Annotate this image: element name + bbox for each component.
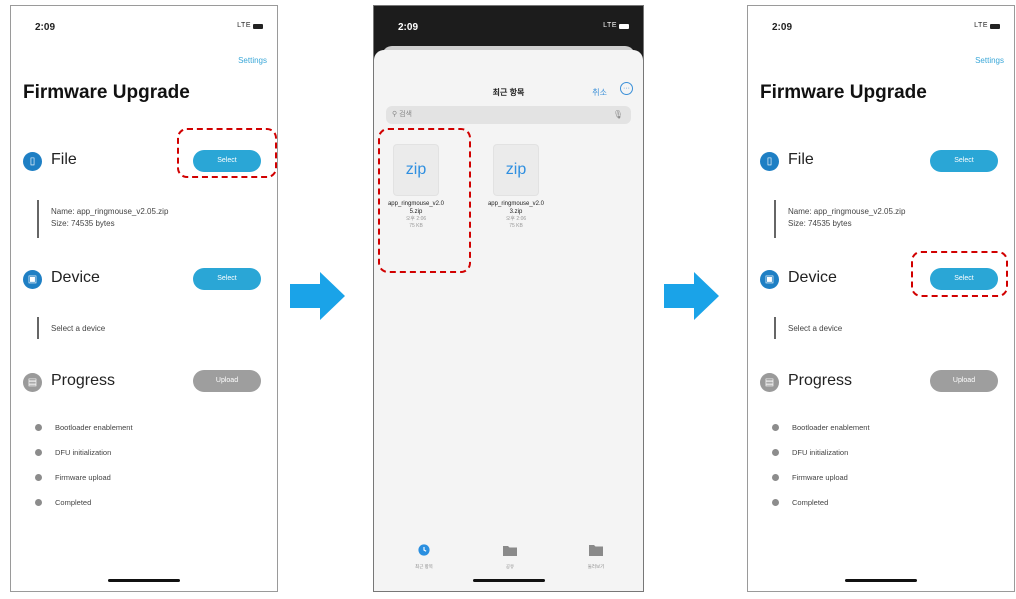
step-firmware-upload: Firmware upload [792,473,848,482]
zip-file-icon: zip [494,145,538,195]
progress-section-label: Progress [51,372,116,389]
device-section-label: Device [51,269,100,286]
home-indicator [845,579,917,582]
arrow-right-icon [290,272,345,320]
signal-label: LTE [974,22,988,29]
file-item-time: 오후 2:06 [505,216,527,222]
device-detail-bar [774,317,776,339]
file-detail-bar [774,200,776,238]
file-icon: ▯ [23,152,42,171]
phone-screen-step2: 2:09 LTE 최근 항목 취소 ··· ⚲ 검색 🎙 zip app_rin… [373,5,644,592]
device-hint-text: Select a device [788,324,843,333]
battery-icon [990,24,1000,29]
settings-link[interactable]: Settings [975,56,1004,65]
file-item-v203[interactable]: zip app_ringmouse_v2.03.zip 오후 2:06 75 K… [487,145,545,230]
battery-icon [619,24,629,29]
progress-icon: ▤ [23,373,42,392]
settings-link[interactable]: Settings [238,56,267,65]
device-icon: ▣ [760,270,779,289]
tab-label: 최근 항목 [415,564,433,569]
signal-label: LTE [603,22,617,29]
status-bar: 2:09 LTE [11,22,277,38]
step-dot [35,474,42,481]
picker-cancel-button[interactable]: 취소 [592,87,607,98]
status-time: 2:09 [772,22,793,33]
file-ext: zip [505,161,527,178]
file-detail-bar [37,200,39,238]
highlight-file-select [177,128,277,178]
file-select-button[interactable]: Select [930,150,998,172]
status-bar: 2:09 LTE [374,22,643,38]
shared-folder-icon [503,546,517,556]
device-icon: ▣ [23,270,42,289]
step-completed: Completed [55,498,92,507]
progress-section-label: Progress [788,372,853,389]
microphone-icon[interactable]: 🎙 [613,106,623,124]
folder-icon [589,545,603,556]
step-dot [772,474,779,481]
step-dot [35,449,42,456]
tab-recents[interactable]: 최근 항목 [404,543,444,570]
home-indicator [472,579,545,582]
file-size-text: Size: 74535 bytes [51,219,115,228]
clock-icon [418,544,430,556]
arrow-right-icon [664,272,719,320]
file-name-text: Name: app_ringmouse_v2.05.zip [788,207,906,216]
search-placeholder: 검색 [399,111,412,118]
tab-label: 둘러보기 [587,564,605,569]
step-dot [772,424,779,431]
phone-screen-step1: 2:09 LTE Settings Firmware Upgrade ▯ Fil… [10,5,278,592]
upload-button[interactable]: Upload [930,370,998,392]
step-dfu-init: DFU initialization [792,448,849,457]
page-title: Firmware Upgrade [23,82,190,103]
file-section-label: File [51,151,77,168]
device-section-label: Device [788,269,837,286]
step-firmware-upload: Firmware upload [55,473,111,482]
battery-icon [253,24,263,29]
tab-shared[interactable]: 공유 [490,543,530,570]
step-completed: Completed [792,498,829,507]
upload-button[interactable]: Upload [193,370,261,392]
status-time: 2:09 [398,22,419,33]
tab-label: 공유 [505,564,515,569]
step-dot [35,499,42,506]
file-section-label: File [788,151,814,168]
more-options-icon[interactable]: ··· [620,82,633,95]
device-detail-bar [37,317,39,339]
device-hint-text: Select a device [51,324,106,333]
file-item-name: app_ringmouse_v2.03.zip [487,201,545,215]
highlight-device-select [911,251,1008,297]
step-bootloader: Bootloader enablement [792,423,870,432]
tab-browse[interactable]: 둘러보기 [576,543,616,570]
device-select-button[interactable]: Select [193,268,261,290]
search-input[interactable]: ⚲ 검색 🎙 [386,106,631,124]
file-size-text: Size: 74535 bytes [788,219,852,228]
signal-label: LTE [237,22,251,29]
file-item-size: 75 KB [509,223,523,229]
file-name-text: Name: app_ringmouse_v2.05.zip [51,207,169,216]
status-time: 2:09 [35,22,56,33]
file-icon: ▯ [760,152,779,171]
step-dot [35,424,42,431]
highlight-file-item [378,128,471,273]
phone-screen-step3: 2:09 LTE Settings Firmware Upgrade ▯ Fil… [747,5,1015,592]
picker-tab-bar: 최근 항목 공유 둘러보기 [374,543,643,573]
step-dot [772,499,779,506]
status-bar: 2:09 LTE [748,22,1014,38]
page-title: Firmware Upgrade [760,82,927,103]
home-indicator [108,579,180,582]
step-bootloader: Bootloader enablement [55,423,133,432]
step-dot [772,449,779,456]
step-dfu-init: DFU initialization [55,448,112,457]
progress-icon: ▤ [760,373,779,392]
